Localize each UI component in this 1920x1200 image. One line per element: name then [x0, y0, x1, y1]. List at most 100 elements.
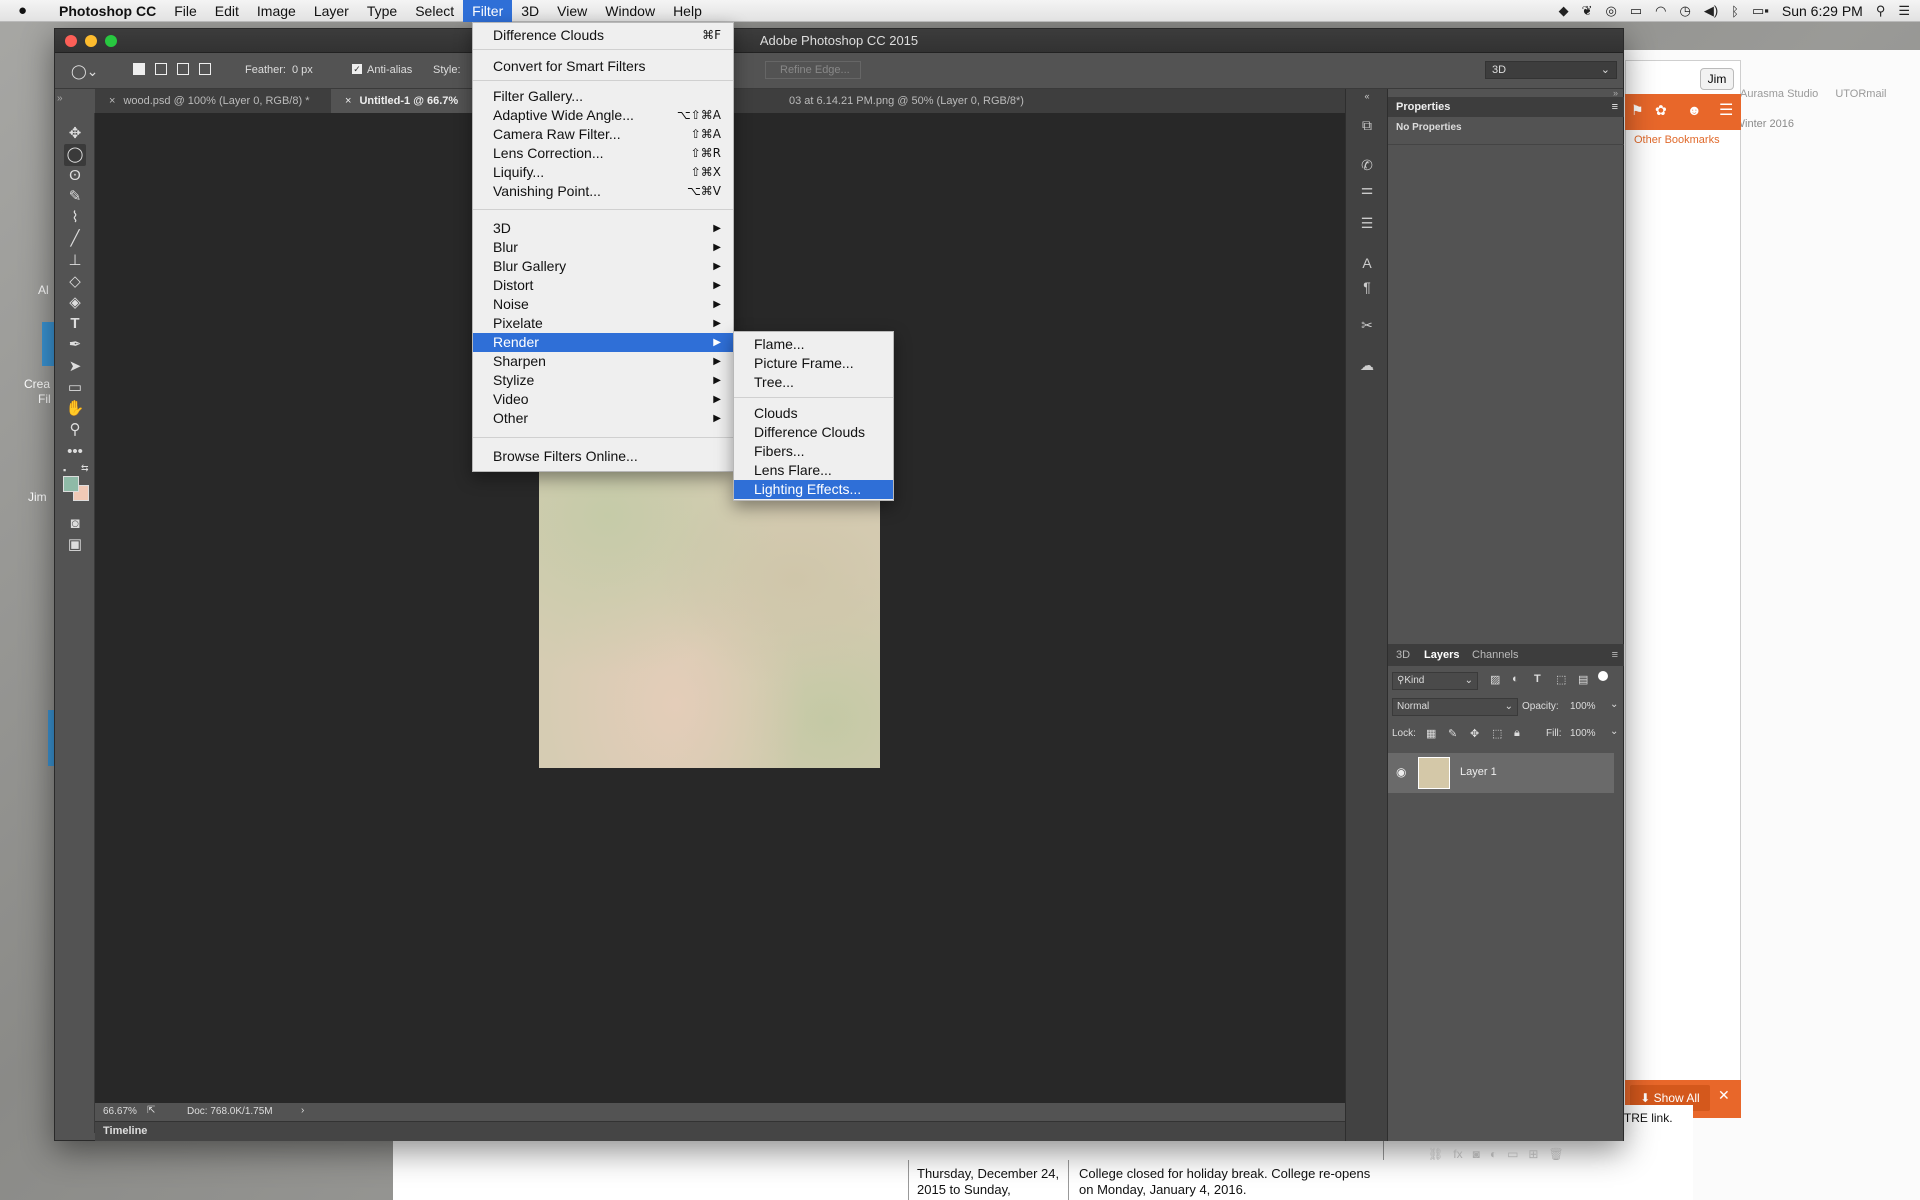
tab-channels[interactable]: Channels — [1472, 644, 1518, 666]
blend-mode-select[interactable]: Normal ⌄ — [1392, 698, 1518, 716]
close-tab-icon[interactable]: × — [109, 95, 115, 107]
default-colors-icon[interactable]: ▪ — [63, 465, 66, 475]
menu-item-liquify[interactable]: Liquify... ⇧⌘X — [473, 163, 733, 182]
trash-icon[interactable]: 🗑︎ — [1548, 1147, 1563, 1165]
menu-item-distort[interactable]: Distort ▶ — [473, 276, 733, 295]
pixel-layer-filter-icon[interactable]: ▨ — [1490, 673, 1500, 686]
dropbox-icon[interactable]: ◆ — [1559, 3, 1569, 19]
lock-artboard-icon[interactable]: ⬚ — [1492, 727, 1502, 740]
quick-selection-tool-icon[interactable]: ✎ — [64, 186, 86, 208]
libraries-icon[interactable]: ☁ — [1357, 357, 1377, 377]
close-tab-icon[interactable]: × — [345, 95, 351, 107]
apple-icon[interactable]: ● — [18, 2, 38, 19]
menu-item-video[interactable]: Video ▶ — [473, 390, 733, 409]
bluetooth-icon[interactable]: ᛒ — [1731, 4, 1739, 19]
properties-icon[interactable]: ⚌ — [1357, 181, 1377, 201]
menu-item-vanishing-point[interactable]: Vanishing Point... ⌥⌘V — [473, 182, 733, 201]
fx-icon[interactable]: fx — [1453, 1147, 1462, 1165]
menu-item-noise[interactable]: Noise ▶ — [473, 295, 733, 314]
extension-icon[interactable]: ⚑ — [1631, 102, 1644, 119]
collapse-toolbar-icon[interactable]: » — [57, 93, 63, 104]
notification-center-icon[interactable]: ☰ — [1898, 3, 1910, 19]
lasso-tool-icon[interactable]: ʘ — [64, 165, 86, 187]
menu-item-other[interactable]: Other ▶ — [473, 409, 733, 428]
lock-all-icon[interactable]: 🔒︎ — [1514, 727, 1520, 740]
tab-document-active[interactable]: × Untitled-1 @ 66.7% — [331, 89, 481, 113]
share-icon[interactable]: ⇱ — [147, 1105, 155, 1116]
shape-layer-filter-icon[interactable]: ⬚ — [1556, 673, 1566, 686]
new-layer-icon[interactable]: ⊞ — [1528, 1147, 1538, 1165]
extension-icon[interactable]: ✿ — [1655, 102, 1667, 119]
foreground-color-swatch[interactable] — [63, 476, 79, 492]
workspace-select[interactable]: 3D ⌄ — [1485, 61, 1617, 79]
zoom-tool-icon[interactable]: ⚲ — [64, 419, 86, 441]
menu-item-filter-gallery[interactable]: Filter Gallery... — [473, 87, 733, 106]
bookmark-item[interactable]: UTORmail — [1835, 88, 1886, 100]
spotlight-search-icon[interactable]: ⚲ — [1876, 3, 1886, 19]
menu-item-pixelate[interactable]: Pixelate ▶ — [473, 314, 733, 333]
menu-3d[interactable]: 3D — [512, 0, 548, 22]
new-selection-icon[interactable] — [133, 63, 145, 75]
menu-item-browse-filters-online[interactable]: Browse Filters Online... — [473, 447, 733, 466]
menu-item-render[interactable]: Render ▶ — [473, 333, 733, 352]
owl-icon[interactable]: ☻ — [1687, 102, 1702, 118]
link-layers-icon[interactable]: ⛓ — [1428, 1147, 1443, 1165]
tab-document[interactable]: × wood.psd @ 100% (Layer 0, RGB/8) * — [95, 89, 335, 113]
menu-item-blur-gallery[interactable]: Blur Gallery ▶ — [473, 257, 733, 276]
layer-comps-icon[interactable]: ☰ — [1357, 215, 1377, 235]
menu-item-stylize[interactable]: Stylize ▶ — [473, 371, 733, 390]
chevron-down-icon[interactable]: ⌄ — [1610, 699, 1618, 710]
type-tool-icon[interactable]: T — [64, 313, 86, 335]
tool-presets-icon[interactable]: ✂ — [1357, 317, 1377, 337]
character-icon[interactable]: A — [1357, 255, 1377, 275]
properties-title[interactable]: Properties — [1396, 101, 1450, 113]
panel-menu-icon[interactable]: ≡ — [1612, 97, 1618, 117]
close-window-button[interactable] — [65, 35, 77, 47]
tab-document[interactable]: 03 at 6.14.21 PM.png @ 50% (Layer 0, RGB… — [775, 89, 1095, 113]
evernote-icon[interactable]: ❦ — [1582, 3, 1593, 19]
lock-position-icon[interactable]: ✥ — [1470, 727, 1479, 740]
clock[interactable]: Sun 6:29 PM — [1782, 3, 1863, 19]
subtract-selection-icon[interactable] — [177, 63, 189, 75]
menu-item-blur[interactable]: Blur ▶ — [473, 238, 733, 257]
elliptical-marquee-preset-icon[interactable]: ◯⌄ — [71, 63, 98, 80]
menu-item-adaptive-wide-angle[interactable]: Adaptive Wide Angle... ⌥⇧⌘A — [473, 106, 733, 125]
menu-layer[interactable]: Layer — [305, 0, 358, 22]
eraser-tool-icon[interactable]: ◇ — [64, 271, 86, 293]
expand-panels-icon[interactable]: « — [1357, 91, 1377, 111]
tab-3d[interactable]: 3D — [1396, 644, 1410, 666]
menu-item-lens-flare[interactable]: Lens Flare... — [734, 461, 893, 480]
new-group-icon[interactable]: ▭ — [1507, 1147, 1518, 1165]
layer-row[interactable]: ◉ Layer 1 — [1388, 753, 1614, 793]
profile-button[interactable]: Jim — [1700, 68, 1734, 90]
paragraph-icon[interactable]: ¶ — [1357, 279, 1377, 299]
hand-tool-icon[interactable]: ✋ — [64, 398, 86, 420]
quick-mask-icon[interactable]: ◙ — [64, 513, 86, 535]
layer-thumbnail[interactable] — [1418, 757, 1450, 789]
close-icon[interactable]: ✕ — [1718, 1087, 1730, 1104]
rectangle-tool-icon[interactable]: ▭ — [64, 377, 86, 399]
bookmark-item[interactable]: Aurasma Studio — [1740, 88, 1818, 100]
wifi-icon[interactable]: ◠ — [1655, 3, 1666, 19]
menu-edit[interactable]: Edit — [206, 0, 248, 22]
intersect-selection-icon[interactable] — [199, 63, 211, 75]
screen-mode-icon[interactable]: ▣ — [64, 534, 86, 556]
filter-toggle-icon[interactable] — [1598, 671, 1608, 681]
visibility-eye-icon[interactable]: ◉ — [1396, 765, 1406, 779]
pen-tool-icon[interactable]: ✒ — [64, 334, 86, 356]
eyedropper-tool-icon[interactable]: ⌇ — [64, 207, 86, 229]
menu-filter[interactable]: Filter — [463, 0, 513, 22]
menu-item-convert-smart-filters[interactable]: Convert for Smart Filters — [473, 57, 733, 76]
volume-icon[interactable]: ◀) — [1704, 3, 1718, 19]
adjustment-layer-filter-icon[interactable]: ◐ — [1512, 673, 1519, 685]
creative-cloud-icon[interactable]: ◎ — [1606, 3, 1617, 19]
swap-colors-icon[interactable]: ⇆ — [81, 463, 89, 474]
opacity-input[interactable]: 100% — [1570, 701, 1596, 712]
kind-filter-select[interactable]: ⚲Kind ⌄ — [1392, 672, 1478, 690]
3d-panel-icon[interactable]: ⧉ — [1357, 117, 1377, 137]
refine-edge-button[interactable]: Refine Edge... — [765, 61, 861, 79]
more-tools-icon[interactable]: ••• — [64, 441, 86, 463]
chevron-down-icon[interactable]: ⌄ — [1610, 726, 1618, 737]
other-bookmarks[interactable]: Other Bookmarks — [1634, 134, 1720, 146]
anti-alias-checkbox[interactable]: ✓ — [352, 64, 362, 74]
